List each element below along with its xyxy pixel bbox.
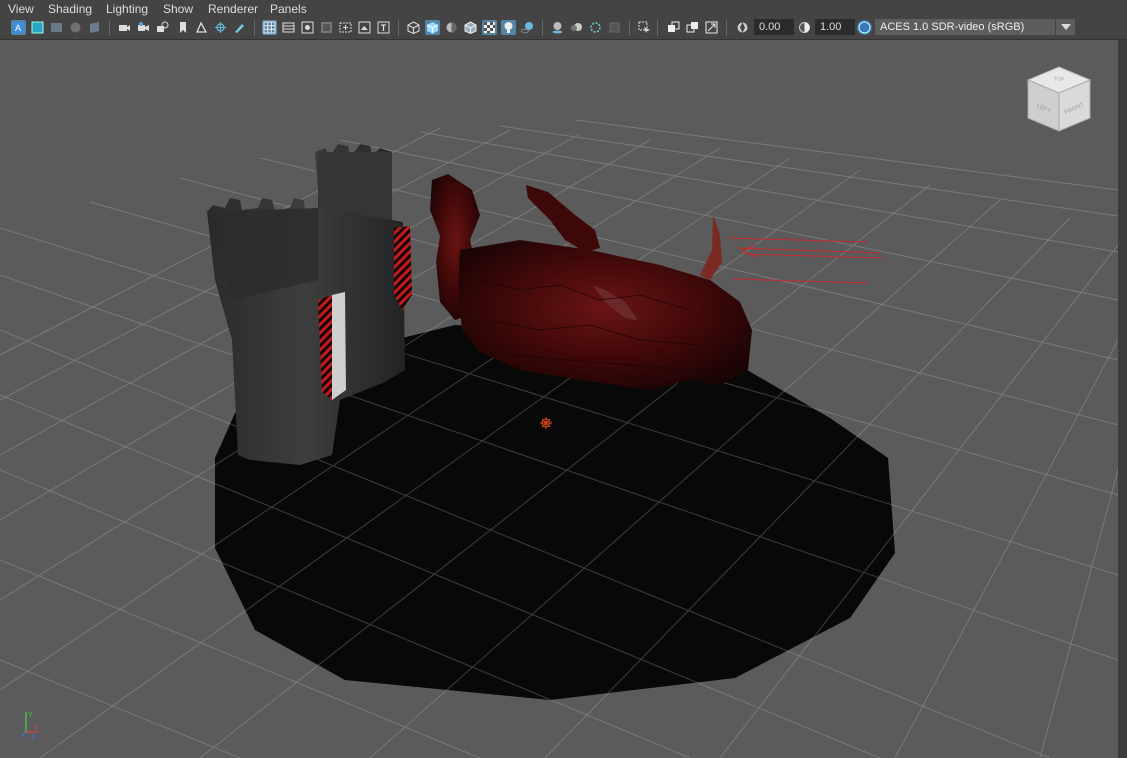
gate-mask-icon[interactable] — [194, 20, 209, 35]
separator — [254, 20, 255, 36]
viewcube-top-label[interactable]: TOP — [1054, 77, 1065, 83]
axis-x-label: X — [34, 725, 39, 732]
depth-of-field-icon[interactable] — [607, 20, 622, 35]
exposure-icon[interactable] — [735, 20, 750, 35]
2d-pan-zoom-icon[interactable] — [136, 20, 151, 35]
safe-action-icon[interactable] — [357, 20, 372, 35]
menu-shading[interactable]: Shading — [48, 2, 92, 16]
menu-renderer[interactable]: Renderer — [208, 2, 258, 16]
scene-render — [0, 119, 1118, 758]
wireframe-icon[interactable] — [406, 20, 421, 35]
3d-viewport[interactable]: TOP LEFT FRONT Y X Z — [0, 40, 1118, 758]
separator — [398, 20, 399, 36]
dragon-breath-lines — [727, 237, 883, 284]
field-chart-icon[interactable] — [338, 20, 353, 35]
dragon-model — [430, 174, 883, 390]
default-material-icon[interactable] — [444, 20, 459, 35]
backface-culling-icon[interactable] — [704, 20, 719, 35]
use-all-lights-icon[interactable] — [501, 20, 516, 35]
isolate-select-icon[interactable] — [637, 20, 652, 35]
textured-icon[interactable] — [482, 20, 497, 35]
menu-panels[interactable]: Panels — [270, 2, 307, 16]
menu-lighting[interactable]: Lighting — [106, 2, 148, 16]
exposure-field[interactable]: 0.00 — [754, 19, 794, 35]
separator — [109, 20, 110, 36]
axis-gizmo: Y X Z — [20, 712, 39, 740]
view-transform-dropdown[interactable]: ACES 1.0 SDR-video (sRGB) — [875, 19, 1055, 35]
shadows-icon[interactable] — [520, 20, 535, 35]
image-plane-icon[interactable] — [87, 20, 102, 35]
gamma-field[interactable]: 1.00 — [815, 19, 855, 35]
film-gate-toggle-icon[interactable] — [281, 20, 296, 35]
lock-camera-icon[interactable] — [30, 20, 45, 35]
bookmark-icon[interactable] — [175, 20, 190, 35]
panel-toolbar: A 0.00 1.00 ACES 1.0 SDR-video (sRGB) — [0, 17, 1127, 40]
wireframe-on-shaded-icon[interactable] — [463, 20, 478, 35]
separator — [657, 20, 658, 36]
anti-aliasing-icon[interactable] — [588, 20, 603, 35]
film-gate-icon[interactable] — [213, 20, 228, 35]
safe-title-icon[interactable] — [376, 20, 391, 35]
color-management-toggle[interactable] — [857, 20, 872, 35]
viewport-scrollbar[interactable] — [1118, 40, 1127, 758]
axis-y-label: Y — [28, 712, 33, 719]
camera-attributes-icon[interactable] — [49, 20, 64, 35]
xray-joints-icon[interactable] — [685, 20, 700, 35]
xray-icon[interactable] — [666, 20, 681, 35]
resolution-gate-icon[interactable] — [300, 20, 315, 35]
viewcube[interactable]: TOP LEFT FRONT — [1024, 64, 1094, 134]
menu-show[interactable]: Show — [163, 2, 193, 16]
smooth-shade-icon[interactable] — [425, 20, 440, 35]
axis-z-label: Z — [31, 734, 36, 740]
screen-space-ao-icon[interactable] — [550, 20, 565, 35]
separator — [542, 20, 543, 36]
bookmarks-icon[interactable] — [68, 20, 83, 35]
camera-icon[interactable] — [117, 20, 132, 35]
select-camera-icon[interactable]: A — [11, 20, 26, 35]
paint-brush-icon[interactable] — [232, 20, 247, 35]
floor-plane — [215, 325, 895, 700]
grid-icon[interactable] — [262, 20, 277, 35]
svg-text:A: A — [15, 23, 21, 33]
motion-blur-icon[interactable] — [569, 20, 584, 35]
grease-pencil-icon[interactable] — [155, 20, 170, 35]
panel-menubar: View Shading Lighting Show Renderer Pane… — [0, 0, 1127, 17]
gate-mask-toggle-icon[interactable] — [319, 20, 334, 35]
gamma-icon[interactable] — [797, 20, 812, 35]
chevron-down-icon[interactable] — [1055, 19, 1075, 35]
separator — [629, 20, 630, 36]
menu-view[interactable]: View — [8, 2, 34, 16]
separator — [726, 20, 727, 36]
